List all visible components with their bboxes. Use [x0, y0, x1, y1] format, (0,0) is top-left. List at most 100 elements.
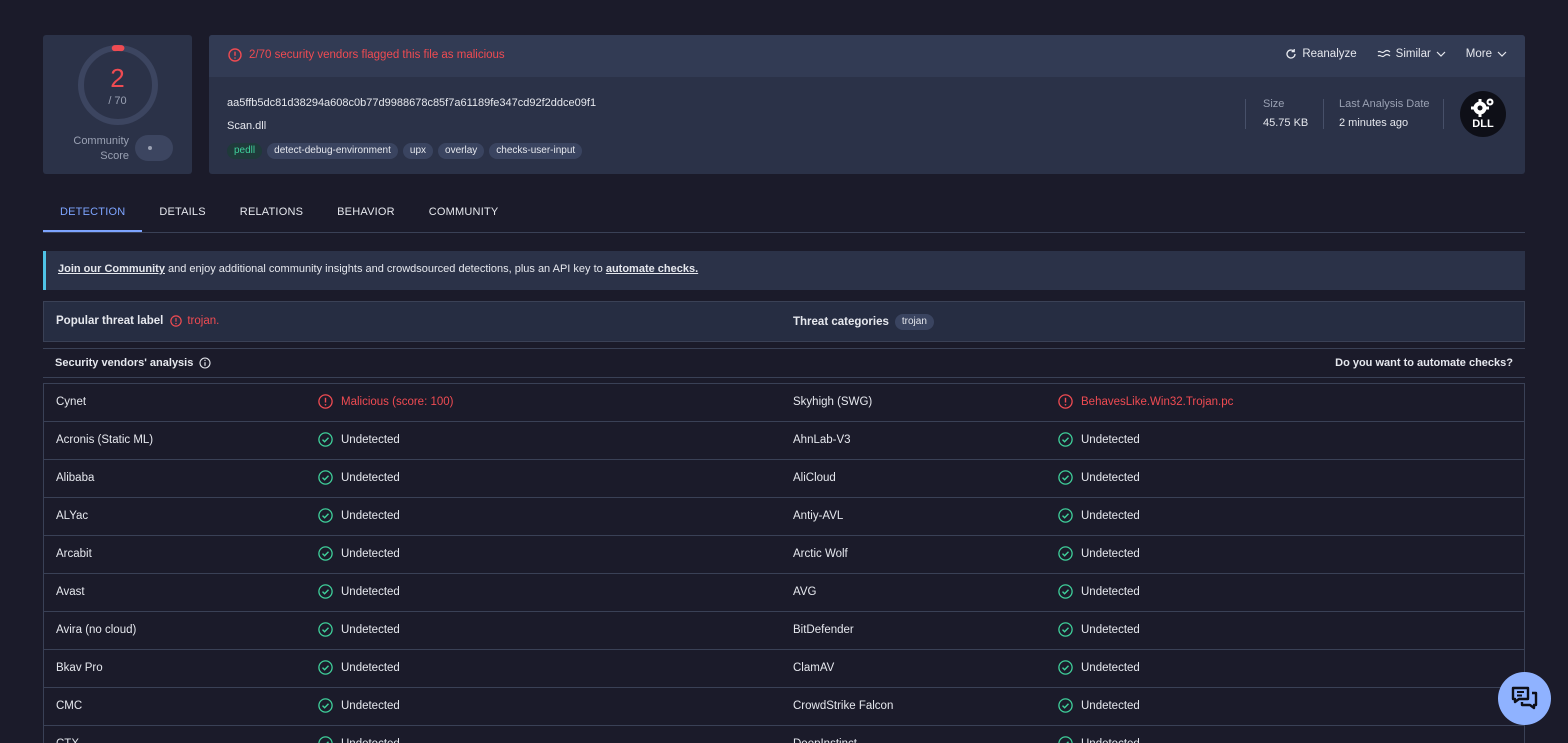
- vendor-result-text: Undetected: [1081, 471, 1140, 484]
- vendor-name: Alibaba: [56, 472, 95, 484]
- vendor-result: Undetected: [1058, 584, 1140, 599]
- check-circle-icon: [318, 546, 333, 561]
- tag[interactable]: checks-user-input: [489, 143, 583, 159]
- tag[interactable]: detect-debug-environment: [267, 143, 398, 159]
- divider: [1245, 99, 1246, 129]
- vendor-name: Arcabit: [56, 548, 92, 560]
- vendor-result: Undetected: [318, 660, 400, 675]
- file-hash[interactable]: aa5ffb5dc81d38294a608c0b77d9988678c85f7a…: [227, 97, 596, 109]
- check-circle-icon: [1058, 508, 1073, 523]
- vendor-name: Acronis (Static ML): [56, 434, 154, 446]
- table-row: ALYac Undetected Antiy-AVL Undetected: [44, 498, 1524, 536]
- vendor-result: Undetected: [1058, 508, 1140, 523]
- vendor-name: CMC: [56, 700, 83, 712]
- chat-button[interactable]: [1498, 672, 1551, 725]
- vendor-name: Arctic Wolf: [793, 548, 848, 560]
- banner-text: and enjoy additional community insights …: [164, 263, 606, 275]
- vendor-result: Undetected: [318, 736, 400, 743]
- vendor-result-text: Undetected: [1081, 738, 1140, 743]
- vendor-result-text: Undetected: [341, 509, 400, 522]
- tab-detection[interactable]: DETECTION: [43, 194, 143, 232]
- vendor-result: Malicious (score: 100): [318, 394, 453, 409]
- vendor-name: ClamAV: [793, 662, 835, 674]
- last-analysis-date: Last Analysis Date 2 minutes ago: [1339, 98, 1430, 129]
- chevron-down-icon: [1436, 51, 1446, 57]
- threat-category-tag[interactable]: trojan: [894, 314, 934, 330]
- popular-threat-title: Popular threat label: [56, 315, 164, 327]
- malicious-alert: 2/70 security vendors flagged this file …: [228, 48, 505, 62]
- tab-relations[interactable]: RELATIONS: [223, 194, 320, 232]
- vendor-result: Undetected: [1058, 546, 1140, 561]
- vendor-name: ALYac: [56, 510, 89, 522]
- tab-community[interactable]: COMMUNITY: [412, 194, 516, 232]
- vendor-result: Undetected: [318, 432, 400, 447]
- vendor-result: Undetected: [318, 508, 400, 523]
- info-icon[interactable]: [199, 357, 211, 369]
- tag[interactable]: overlay: [438, 143, 485, 159]
- vendor-result-text: BehavesLike.Win32.Trojan.pc: [1081, 395, 1234, 408]
- check-circle-icon: [318, 508, 333, 523]
- divider: [1323, 99, 1324, 129]
- check-circle-icon: [1058, 660, 1073, 675]
- check-circle-icon: [318, 660, 333, 675]
- vendor-result-text: Undetected: [1081, 547, 1140, 560]
- check-circle-icon: [1058, 546, 1073, 561]
- threat-summary: Popular threat label trojan. Threat cate…: [43, 301, 1525, 342]
- vendor-name: Avira (no cloud): [56, 624, 137, 636]
- vendor-name: AliCloud: [793, 472, 836, 484]
- vendor-result-text: Undetected: [341, 471, 400, 484]
- divider: [1443, 99, 1444, 129]
- tab-details[interactable]: DETAILS: [142, 194, 222, 232]
- check-circle-icon: [318, 622, 333, 637]
- table-row: Alibaba Undetected AliCloud Undetected: [44, 460, 1524, 498]
- check-circle-icon: [1058, 432, 1073, 447]
- vendor-result-text: Undetected: [341, 547, 400, 560]
- check-circle-icon: [318, 698, 333, 713]
- table-row: CMC Undetected CrowdStrike Falcon Undetecte…: [44, 688, 1524, 726]
- alert-circle-icon: [1058, 394, 1073, 409]
- check-circle-icon: [1058, 584, 1073, 599]
- file-size: Size 45.75 KB: [1263, 98, 1309, 129]
- vendor-name: Avast: [56, 586, 85, 598]
- automate-checks-link[interactable]: automate checks.: [606, 263, 698, 275]
- automate-checks-cta[interactable]: Do you want to automate checks?: [1335, 357, 1513, 369]
- vendor-result: Undetected: [318, 584, 400, 599]
- vendor-result-text: Undetected: [1081, 433, 1140, 446]
- vendor-result-text: Undetected: [1081, 509, 1140, 522]
- tag[interactable]: pedll: [227, 143, 263, 159]
- file-type-label: DLL: [1472, 118, 1494, 130]
- community-score-vote[interactable]: [135, 135, 173, 161]
- table-row: Acronis (Static ML) Undetected AhnLab-V3 Un…: [44, 422, 1524, 460]
- reanalyze-button[interactable]: Reanalyze: [1285, 48, 1357, 60]
- alert-circle-icon: [228, 48, 242, 62]
- check-circle-icon: [318, 432, 333, 447]
- vendor-table: Cynet Malicious (score: 100) Skyhigh (SWG)…: [43, 383, 1525, 743]
- vendor-result: Undetected: [1058, 698, 1140, 713]
- file-name: Scan.dll: [227, 120, 267, 132]
- vendor-name: AVG: [793, 586, 817, 598]
- similar-dropdown[interactable]: Similar: [1377, 48, 1446, 60]
- vendor-result-text: Undetected: [341, 623, 400, 636]
- vendor-result-text: Undetected: [341, 433, 400, 446]
- vendor-result-text: Undetected: [1081, 585, 1140, 598]
- vendor-name: CTX: [56, 738, 79, 743]
- check-circle-icon: [1058, 470, 1073, 485]
- vendor-name: Skyhigh (SWG): [793, 396, 873, 408]
- chevron-down-icon: [1497, 51, 1507, 57]
- table-row: Bkav Pro Undetected ClamAV Undetected: [44, 650, 1524, 688]
- table-row: CTX Undetected DeepInstinct Undetected: [44, 726, 1524, 743]
- table-row: Arcabit Undetected Arctic Wolf Undetected: [44, 536, 1524, 574]
- vote-dot: [148, 146, 152, 150]
- tab-behavior[interactable]: BEHAVIOR: [320, 194, 412, 232]
- check-circle-icon: [318, 470, 333, 485]
- tag[interactable]: upx: [402, 143, 434, 159]
- file-alert-bar: 2/70 security vendors flagged this file …: [209, 35, 1525, 77]
- vendor-result: Undetected: [318, 698, 400, 713]
- alert-circle-icon: [170, 315, 183, 327]
- vendors-header: Security vendors' analysis Do you want t…: [43, 348, 1525, 378]
- join-community-link[interactable]: Join our Community: [58, 263, 165, 275]
- vendor-result: BehavesLike.Win32.Trojan.pc: [1058, 394, 1233, 409]
- popular-threat-value[interactable]: trojan.: [187, 315, 219, 327]
- threat-categories: Threat categories trojan: [793, 314, 934, 330]
- more-dropdown[interactable]: More: [1466, 48, 1507, 60]
